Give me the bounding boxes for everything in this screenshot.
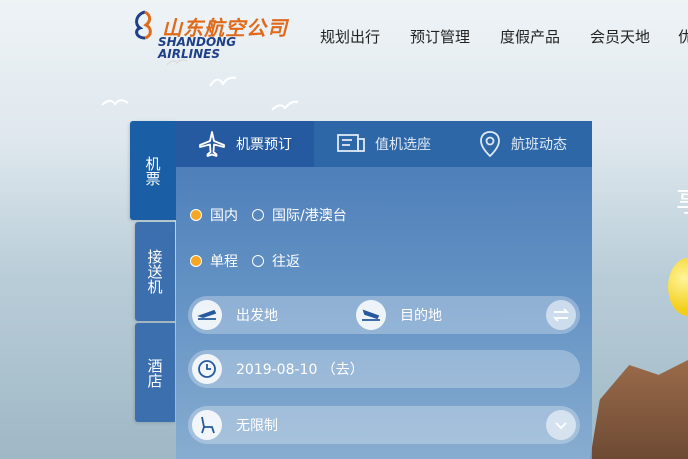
clock-icon bbox=[192, 354, 222, 384]
radio-international[interactable]: 国际/港澳台 bbox=[252, 205, 347, 225]
tab-check-in-seat[interactable]: 值机选座 bbox=[314, 121, 454, 167]
side-tab-airport-transfer[interactable]: 接送机 bbox=[135, 222, 175, 321]
trip-type-radio-group: 单程 往返 bbox=[190, 251, 314, 271]
seat-icon bbox=[192, 410, 222, 440]
booking-panel: 机票预订 值机选座 航班动态 国内 国际/港澳台 单程 往返 出发地 目的地 2… bbox=[176, 121, 592, 459]
nav-member-zone[interactable]: 会员天地 bbox=[590, 26, 650, 47]
takeoff-icon bbox=[192, 300, 222, 330]
arrival-input[interactable]: 目的地 bbox=[400, 305, 442, 325]
seat-select-icon bbox=[337, 134, 365, 152]
nav-item-cut-off[interactable]: 优 bbox=[678, 26, 688, 47]
nav-booking-management[interactable]: 预订管理 bbox=[410, 26, 470, 47]
radio-round-trip[interactable]: 往返 bbox=[252, 251, 300, 271]
booking-tabs: 机票预订 值机选座 航班动态 bbox=[176, 121, 592, 167]
swap-route-button[interactable] bbox=[546, 300, 576, 330]
tab-flight-status[interactable]: 航班动态 bbox=[454, 121, 592, 167]
tab-flight-booking[interactable]: 机票预订 bbox=[176, 121, 314, 167]
departure-date-value[interactable]: 2019-08-10 （去） bbox=[236, 359, 364, 379]
shandong-airlines-logo-icon bbox=[135, 10, 152, 40]
swap-arrows-icon bbox=[552, 308, 570, 322]
cabin-class-value[interactable]: 无限制 bbox=[236, 415, 278, 435]
date-field[interactable]: 2019-08-10 （去） bbox=[188, 350, 580, 388]
radio-dot bbox=[252, 255, 264, 267]
radio-one-way[interactable]: 单程 bbox=[190, 251, 238, 271]
side-tab-flights[interactable]: 机票 bbox=[130, 121, 176, 220]
landing-icon bbox=[356, 300, 386, 330]
tab-label: 值机选座 bbox=[375, 137, 431, 153]
nav-plan-trip[interactable]: 规划出行 bbox=[320, 26, 380, 47]
bird-decoration bbox=[271, 100, 299, 111]
nav-vacation-products[interactable]: 度假产品 bbox=[500, 26, 560, 47]
side-tab-hotel[interactable]: 酒店 bbox=[135, 323, 175, 422]
radio-domestic[interactable]: 国内 bbox=[190, 205, 238, 225]
radio-dot bbox=[252, 209, 264, 221]
region-radio-group: 国内 国际/港澳台 bbox=[190, 205, 361, 225]
logo[interactable]: 山东航空公司 SHANDONG AIRLINES bbox=[128, 8, 288, 60]
radio-dot-checked bbox=[190, 209, 202, 221]
logo-english-name: SHANDONG AIRLINES bbox=[158, 35, 237, 61]
departure-input[interactable]: 出发地 bbox=[236, 305, 356, 325]
airplane-icon bbox=[199, 131, 225, 157]
bird-decoration bbox=[101, 99, 129, 106]
tab-label: 机票预订 bbox=[236, 137, 292, 153]
bird-decoration bbox=[209, 76, 237, 87]
radio-dot-checked bbox=[190, 255, 202, 267]
route-field: 出发地 目的地 bbox=[188, 296, 580, 334]
tab-label: 航班动态 bbox=[511, 137, 567, 153]
location-pin-icon bbox=[480, 131, 500, 158]
main-nav: 规划出行 预订管理 度假产品 会员天地 bbox=[320, 26, 680, 47]
hero-slogan-edge: 享 bbox=[676, 180, 688, 220]
chevron-down-icon bbox=[555, 422, 567, 430]
cabin-dropdown-button[interactable] bbox=[546, 410, 576, 440]
cabin-field[interactable]: 无限制 bbox=[188, 406, 580, 444]
header: 山东航空公司 SHANDONG AIRLINES 规划出行 预订管理 度假产品 会… bbox=[0, 0, 688, 72]
